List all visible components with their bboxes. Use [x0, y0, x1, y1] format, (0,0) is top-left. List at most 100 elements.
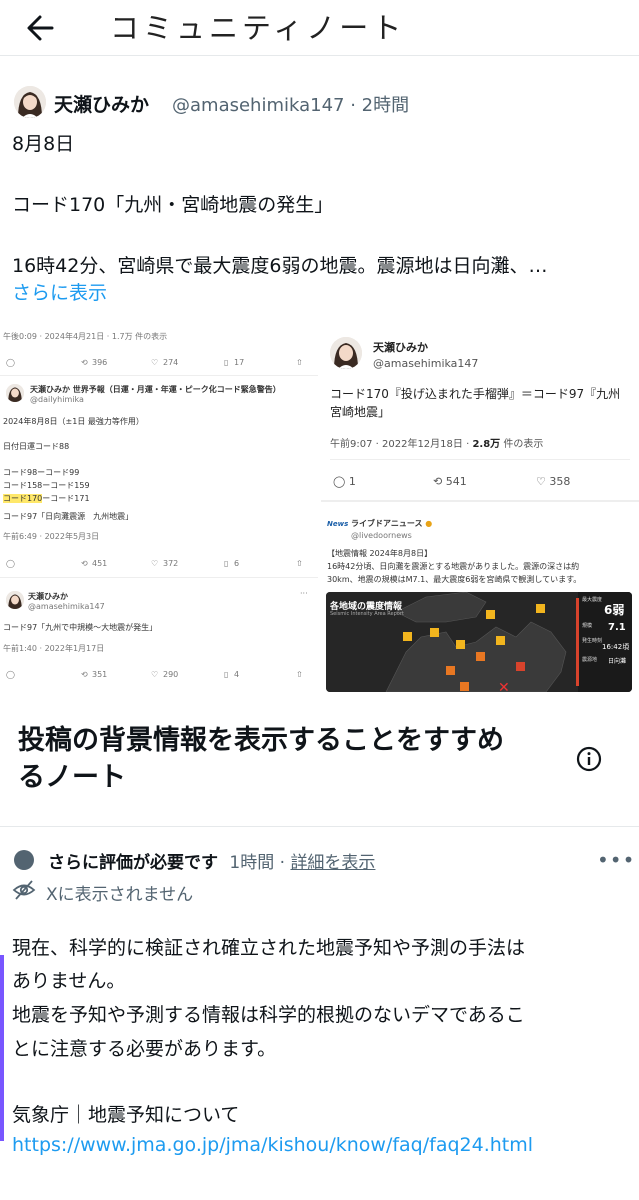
- reply-count: 1: [348, 475, 356, 488]
- like-count: 358: [549, 475, 571, 488]
- retweet-count: 451: [92, 559, 108, 568]
- author-name: 天瀬ひみか: [373, 341, 428, 354]
- like-icon: ♡: [536, 475, 546, 488]
- text-line: コード98ーコード99: [3, 468, 80, 477]
- more-options-icon[interactable]: •••: [597, 848, 635, 872]
- action-bar: ◯ ⟲ 451 ♡ 372 ▯ 6 ⇧: [6, 559, 306, 573]
- like-icon: ♡: [151, 358, 159, 367]
- avatar[interactable]: [14, 86, 46, 118]
- avatar: [330, 337, 362, 369]
- note-status: さらに評価が必要です 1時間 · 詳細を表示: [48, 853, 376, 873]
- verified-badge-icon: ●: [425, 519, 433, 528]
- action-bar: ⟲ 541: [433, 475, 467, 488]
- text-line: コード158ーコード159: [3, 481, 90, 490]
- share-icon: ⇧: [296, 670, 303, 679]
- like-count: 372: [163, 559, 179, 568]
- like-count: 274: [163, 358, 179, 367]
- author-name: 天瀬ひみか: [28, 592, 68, 601]
- action-bar: ♡ 358: [536, 475, 570, 488]
- magnitude-value: 7.1: [608, 622, 626, 633]
- action-bar: ◯ ⟲ 351 ♡ 290 ▯ 4 ⇧: [6, 670, 306, 684]
- bookmark-icon: ▯: [224, 559, 229, 568]
- text-line: 30km、地震の規模はM7.1、最大震度6弱を宮崎県で観測しています。: [327, 575, 582, 584]
- timestamp: 午前9:07 · 2022年12月18日 · 2.8万 件の表示: [330, 439, 544, 450]
- max-intensity-label: 最大震度: [582, 597, 603, 603]
- note-text-line: 現在、科学的に検証され確立された地震予知や予測の手法は: [12, 937, 526, 959]
- highlight: コード170: [3, 494, 43, 503]
- retweet-icon: ⟲: [81, 670, 88, 679]
- map-subtitle: Seismic Intensity Area Report: [330, 611, 404, 617]
- region-label: 震源地: [582, 657, 598, 663]
- author-handle: @amasehimika147: [373, 357, 479, 370]
- divider: [0, 826, 639, 827]
- retweet-count: 396: [92, 358, 108, 367]
- timestamp: 午前1:40 · 2022年1月17日: [3, 644, 105, 653]
- bookmark-count: 17: [234, 358, 245, 367]
- bookmark-icon: ▯: [224, 670, 229, 679]
- region-value: 日向灘: [608, 658, 627, 665]
- bookmark-count: 6: [234, 559, 240, 568]
- like-icon: ♡: [151, 559, 159, 568]
- details-link[interactable]: 詳細を表示: [290, 853, 375, 873]
- post-text-line: 8月8日: [12, 133, 75, 155]
- author-handle: @amasehimika147: [28, 602, 105, 611]
- share-icon: ⇧: [296, 559, 303, 568]
- info-icon[interactable]: [575, 745, 603, 773]
- post-image[interactable]: 午後0:09 · 2024年4月21日 · 1.7万 件の表示 ◯ ⟲ 396 …: [0, 325, 639, 697]
- share-icon: ⇧: [296, 358, 303, 367]
- like-icon: ♡: [151, 670, 159, 679]
- avatar: [6, 591, 24, 609]
- text-line: 日付日運コード88: [3, 442, 70, 451]
- timestamp: 午前6:49 · 2022年5月3日: [3, 532, 100, 541]
- note-source: 気象庁｜地震予知について: [12, 1104, 240, 1126]
- bookmark-count: 4: [234, 670, 240, 679]
- note-text-line: とに注意する必要があります。: [12, 1038, 277, 1060]
- max-intensity-value: 6弱: [604, 603, 625, 617]
- avatar: [6, 384, 24, 402]
- like-count: 290: [163, 670, 179, 679]
- post-text-line: コード170「九州・宮崎地震の発生」: [12, 194, 334, 216]
- retweet-count: 351: [92, 670, 108, 679]
- timestamp: 午後0:09 · 2024年4月21日 · 1.7万 件の表示: [3, 332, 168, 341]
- source-link[interactable]: https://www.jma.go.jp/jma/kishou/know/fa…: [12, 1134, 533, 1156]
- back-arrow-icon[interactable]: [22, 8, 62, 48]
- text-line: コード97「九州で中規模〜大地震が発生」: [3, 623, 158, 632]
- text-line: コード170ーコード171: [3, 494, 90, 503]
- author-handle[interactable]: @amasehimika147 · 2時間: [172, 91, 409, 117]
- text-line: コード97「日向灘震源 九州地震」: [3, 512, 134, 521]
- retweet-icon: ⟲: [433, 475, 443, 488]
- note-heading: 投稿の背景情報を表示することをすすめ るノート: [18, 725, 504, 793]
- text-line: 16時42分頃、日向灘を震源とする地震がありました。震源の深さは約: [327, 562, 580, 571]
- retweet-icon: ⟲: [81, 358, 88, 367]
- note-text-line: ありません。: [12, 970, 126, 992]
- bookmark-icon: ▯: [224, 358, 229, 367]
- author-handle: @dailyhimika: [30, 395, 84, 404]
- time-value: 16:42頃: [602, 643, 630, 651]
- note-accent-bar: [0, 955, 4, 1141]
- not-shown-label: Xに表示されません: [46, 885, 194, 905]
- action-bar: ◯ ⟲ 396 ♡ 274 ▯ 17 ⇧: [6, 358, 306, 372]
- eye-off-icon: [12, 880, 36, 900]
- top-bar: コミュニティノート: [0, 0, 639, 56]
- reply-icon: ◯: [333, 475, 346, 488]
- page-title: コミュニティノート: [110, 11, 406, 45]
- author-name: 天瀬ひみか 世界予報（日運・月運・年運・ピーク化コード緊急警告）: [30, 385, 281, 394]
- news-logo: News: [327, 520, 349, 528]
- show-more-link[interactable]: さらに表示: [12, 278, 107, 305]
- retweet-count: 541: [445, 475, 467, 488]
- magnitude-label: 規模: [582, 623, 593, 629]
- text-line: 宮崎地震」: [330, 405, 391, 419]
- text-line: コード170『投げ込まれた手榴弾』＝コード97『九州: [330, 387, 621, 401]
- author-handle: @livedoornews: [351, 531, 412, 540]
- note-text-line: 地震を予知や予測する情報は科学的根拠のないデマであるこ: [12, 1004, 525, 1026]
- post-text-line: 16時42分、宮崎県で最大震度6弱の地震。震源地は日向灘、…: [12, 255, 548, 277]
- text-line: 【地震情報 2024年8月8日】: [327, 549, 433, 558]
- left-screenshot: 午後0:09 · 2024年4月21日 · 1.7万 件の表示 ◯ ⟲ 396 …: [0, 325, 318, 697]
- reply-icon: ◯: [6, 358, 15, 367]
- text-line: 2024年8月8日（±1日 最強力等作用）: [3, 417, 144, 426]
- more-icon: ···: [300, 589, 308, 598]
- author-name: ライブドアニュース ●: [351, 519, 433, 528]
- reply-icon: ◯: [6, 670, 15, 679]
- retweet-icon: ⟲: [81, 559, 88, 568]
- author-name[interactable]: 天瀬ひみか: [54, 90, 149, 117]
